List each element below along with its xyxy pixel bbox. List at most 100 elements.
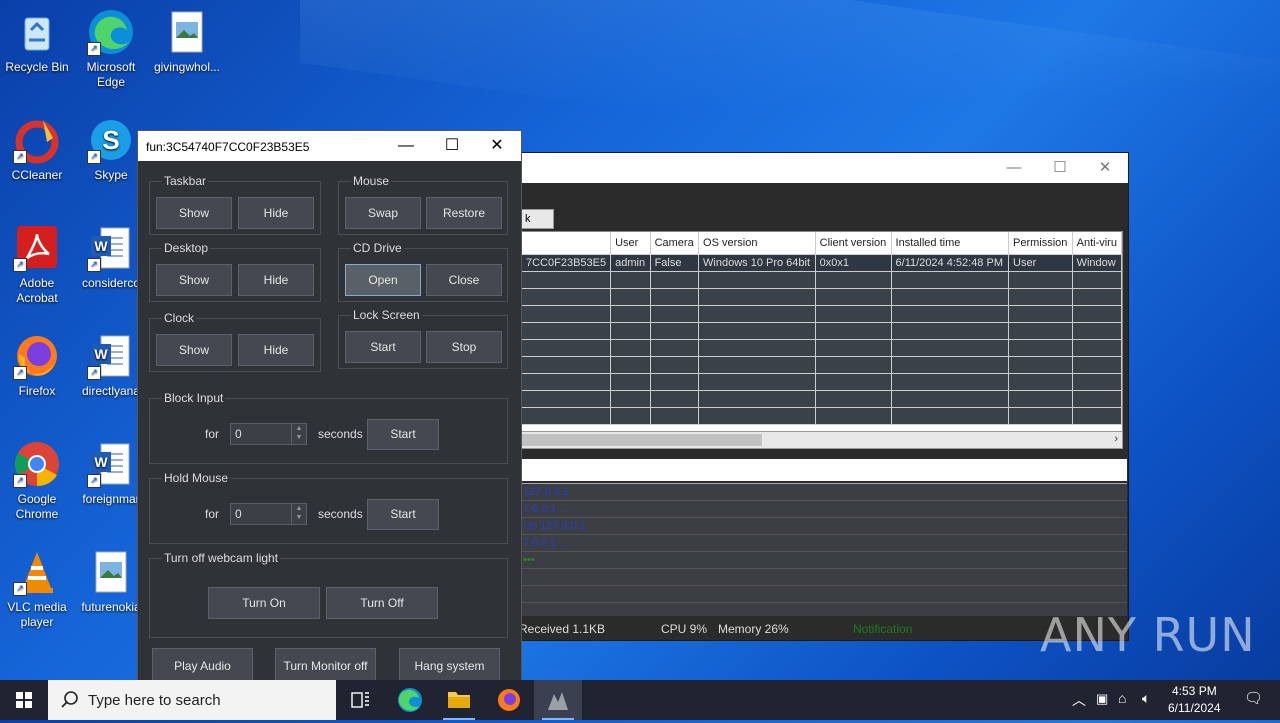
network-icon[interactable]: ⌂ (1118, 690, 1126, 706)
shortcut-arrow-icon: ↗ (13, 366, 27, 380)
log-line: 127.0.0.1 (521, 484, 1127, 501)
fun-window[interactable]: fun:3C54740F7CC0F23B53E5 — ☐ ✕ Taskbar S… (137, 130, 522, 692)
column-header[interactable]: Permission (1008, 232, 1073, 255)
desktop-icon-recycle-bin[interactable]: Recycle Bin (1, 8, 73, 75)
device-icon[interactable]: ▣ (1096, 691, 1108, 707)
chevron-up-icon[interactable]: ︿ (1072, 690, 1086, 710)
column-header[interactable]: User (610, 232, 651, 255)
spin-arrows-icon[interactable]: ▲ ▼ (291, 504, 306, 524)
taskbar-search-box[interactable]: Type here to search (48, 680, 336, 720)
task-view-button[interactable] (336, 680, 384, 720)
desktop-icon-label: considerco (81, 276, 141, 290)
cd-open-button[interactable]: Open (345, 264, 421, 296)
webcam-turn-on-button[interactable]: Turn On (208, 587, 320, 619)
mouse-swap-button[interactable]: Swap (345, 197, 421, 229)
column-header[interactable] (522, 232, 612, 255)
scroll-right-icon[interactable]: › (1114, 432, 1118, 447)
desktop-icon-acrobat[interactable]: ↗ Adobe Acrobat (1, 224, 73, 306)
acrobat-icon: ↗ (13, 224, 61, 272)
shortcut-arrow-icon: ↗ (13, 258, 27, 272)
column-header[interactable]: Installed time (891, 232, 1010, 255)
close-button[interactable]: ✕ (474, 131, 520, 161)
desktop-icon-firefox[interactable]: ↗ Firefox (1, 332, 73, 399)
recycle-bin-icon (13, 8, 61, 56)
mouse-restore-button[interactable]: Restore (426, 197, 502, 229)
shortcut-arrow-icon: ↗ (87, 42, 101, 56)
table-row[interactable]: 7CC0F23B53E5 admin False Windows 10 Pro … (522, 254, 1122, 272)
minimize-button[interactable]: — (383, 131, 429, 161)
table-row-empty (522, 373, 1122, 391)
taskbar-show-button[interactable]: Show (156, 197, 232, 229)
maximize-button[interactable]: ☐ (1037, 153, 1083, 183)
edge-icon: ↗ (87, 8, 135, 56)
desktop-icon-label: directlyana (81, 384, 141, 398)
table-row-empty (522, 322, 1122, 340)
tab-partial[interactable]: k (521, 209, 554, 229)
clock-date[interactable]: 6/11/2024 (1168, 701, 1221, 715)
clock-show-button[interactable]: Show (156, 334, 232, 366)
cd-close-button[interactable]: Close (426, 264, 502, 296)
system-tray: ︿ ▣ ⌂ 🔈︎ 4:53 PM 6/11/2024 🗨︎ (1066, 680, 1280, 720)
play-audio-button[interactable]: Play Audio (152, 648, 253, 684)
taskbar-file-explorer[interactable] (435, 680, 483, 720)
column-header[interactable]: Camera (650, 232, 700, 255)
lock-screen-group: Lock Screen Start Stop (338, 308, 508, 369)
title-bar[interactable]: — ☐ ✕ (471, 153, 1128, 183)
log-list[interactable]: 127.0.0.1 7.0.0.1 ... l lo 127.0.0.1 7.0… (521, 483, 1127, 616)
column-header[interactable]: OS version (698, 232, 816, 255)
main-client-window[interactable]: — ☐ ✕ k User Camera OS version Client ve… (470, 152, 1129, 641)
desktop-icon-vlc[interactable]: ↗ VLC media player (1, 548, 73, 630)
cell-antivirus: Window (1072, 254, 1122, 272)
desktop-icon-chrome[interactable]: ↗ Google Chrome (1, 440, 73, 522)
word-doc-icon: W ↗ (87, 224, 135, 272)
taskbar-hide-button[interactable]: Hide (238, 197, 314, 229)
taskbar-edge[interactable] (386, 680, 434, 720)
column-header[interactable]: Client version (815, 232, 892, 255)
hold-mouse-seconds-field[interactable]: 0 ▲ ▼ (230, 503, 307, 525)
hold-mouse-start-button[interactable]: Start (367, 499, 439, 530)
hold-mouse-group: Hold Mouse for 0 ▲ ▼ seconds Start (149, 471, 508, 544)
block-input-start-button[interactable]: Start (367, 419, 439, 450)
desktop-hide-button[interactable]: Hide (238, 264, 314, 296)
desktop-icon-label: Firefox (18, 384, 56, 398)
column-header[interactable]: Anti-viru (1072, 232, 1122, 255)
notification-icon[interactable]: 🗨︎ (1244, 689, 1263, 707)
desktop-icon-ccleaner[interactable]: ↗ CCleaner (1, 116, 73, 183)
search-icon (61, 691, 78, 708)
image-file-icon (87, 548, 135, 596)
scrollbar-thumb[interactable] (522, 434, 762, 446)
title-bar[interactable]: fun:3C54740F7CC0F23B53E5 — ☐ ✕ (138, 131, 521, 161)
desktop-icon-edge[interactable]: ↗ Microsoft Edge (75, 8, 147, 90)
close-button[interactable]: ✕ (1082, 153, 1128, 183)
clients-table[interactable]: User Camera OS version Client version In… (521, 231, 1123, 433)
webcam-turn-off-button[interactable]: Turn Off (326, 587, 438, 619)
skype-icon: S ↗ (87, 116, 135, 164)
maximize-button[interactable]: ☐ (429, 131, 475, 161)
turn-monitor-off-button[interactable]: Turn Monitor off (275, 648, 376, 684)
group-label: Hold Mouse (162, 471, 231, 485)
status-notification[interactable]: Notification (853, 619, 912, 639)
block-input-seconds-field[interactable]: 0 ▲ ▼ (230, 423, 307, 445)
hang-system-button[interactable]: Hang system (399, 648, 500, 684)
clock-hide-button[interactable]: Hide (238, 334, 314, 366)
clock-time[interactable]: 4:53 PM (1172, 684, 1217, 698)
desktop-group: Desktop Show Hide (149, 241, 321, 302)
horizontal-scrollbar[interactable]: › (521, 431, 1123, 449)
window-title: fun:3C54740F7CC0F23B53E5 (146, 140, 310, 154)
lock-start-button[interactable]: Start (345, 331, 421, 363)
desktop-icon-giving[interactable]: givingwhol... (151, 8, 223, 75)
lock-stop-button[interactable]: Stop (426, 331, 502, 363)
desktop-icon-label: Recycle Bin (5, 60, 69, 74)
cell-os: Windows 10 Pro 64bit (698, 254, 816, 272)
minimize-button[interactable]: — (991, 153, 1037, 183)
taskbar-firefox[interactable] (485, 680, 533, 720)
spin-arrows-icon[interactable]: ▲ ▼ (291, 424, 306, 444)
start-button[interactable] (0, 680, 48, 720)
cd-drive-group: CD Drive Open Close (338, 241, 508, 302)
volume-icon[interactable]: 🔈︎ (1142, 690, 1150, 707)
windows-logo-icon (16, 692, 32, 708)
desktop-show-button[interactable]: Show (156, 264, 232, 296)
svg-text:W: W (94, 346, 108, 362)
taskbar-group: Taskbar Show Hide (149, 174, 321, 235)
taskbar-active-app[interactable] (534, 680, 582, 720)
